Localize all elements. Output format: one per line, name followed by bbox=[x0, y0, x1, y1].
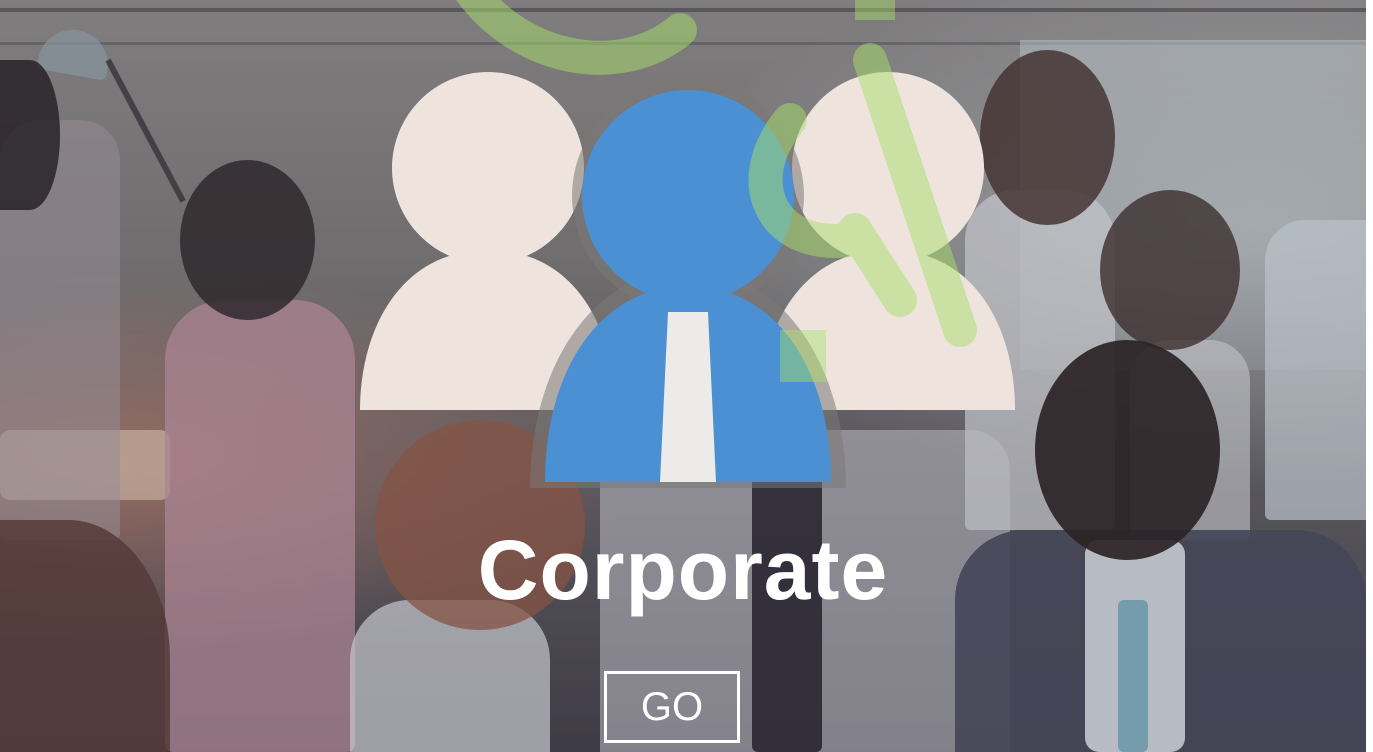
go-button[interactable]: GO bbox=[604, 671, 740, 743]
hero-banner: Corporate GO bbox=[0, 0, 1366, 752]
right-margin bbox=[1366, 0, 1373, 752]
tie-icon bbox=[660, 312, 716, 482]
team-icon-svg bbox=[360, 72, 1015, 488]
business-team-icon bbox=[0, 0, 1366, 752]
headline: Corporate bbox=[477, 523, 889, 617]
